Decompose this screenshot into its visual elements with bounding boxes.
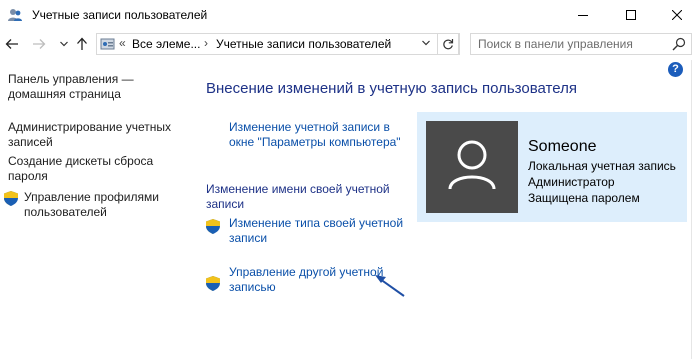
refresh-button[interactable] (437, 33, 459, 55)
sidebar-item-password-reset-disk[interactable]: Создание дискеты сброса пароля (8, 154, 153, 184)
sidebar-item-label: пароля (8, 169, 48, 183)
task-label: записью (229, 280, 276, 294)
task-label: Изменение учетной записи в (229, 120, 390, 134)
task-label: окне "Параметры компьютера" (229, 135, 401, 149)
pointer-arrow-icon (375, 275, 405, 297)
sidebar-item-label: Администрирование учетных (8, 120, 172, 134)
user-password-status: Защищена паролем (528, 191, 640, 205)
task-label: Изменение типа своей учетной (229, 216, 404, 230)
shield-icon (206, 219, 220, 234)
shield-icon (206, 276, 220, 291)
task-label: записи (206, 197, 245, 211)
forward-arrow-icon[interactable] (30, 35, 48, 53)
task-label: Управление другой учетной (229, 265, 384, 279)
task-label: записи (229, 231, 268, 245)
up-arrow-icon[interactable] (73, 35, 91, 53)
title-bar: Учетные записи пользователей (0, 0, 700, 30)
window-title: Учетные записи пользователей (32, 8, 208, 22)
minimize-button[interactable] (560, 0, 606, 30)
maximize-button[interactable] (608, 0, 654, 30)
search-input[interactable] (471, 34, 668, 54)
shield-icon (4, 191, 18, 206)
task-change-account-pc-settings[interactable]: Изменение учетной записи в окне "Парамет… (229, 120, 401, 150)
avatar (426, 121, 518, 213)
task-change-account-name[interactable]: Изменение имени своей учетной записи (206, 182, 390, 212)
sidebar-item-manage-profiles[interactable]: Управление профилями пользователей (24, 190, 159, 220)
task-change-account-type[interactable]: Изменение типа своей учетной записи (229, 216, 403, 246)
sidebar-item-label: Управление профилями (24, 190, 159, 204)
page-title: Внесение изменений в учетную запись поль… (206, 80, 577, 97)
scrollbar[interactable] (691, 60, 692, 359)
address-bar[interactable]: « Все элеме... › Учетные записи пользова… (96, 33, 460, 55)
help-button[interactable]: ? (668, 62, 683, 77)
user-role: Администратор (528, 175, 615, 189)
search-box[interactable] (470, 33, 692, 55)
user-name: Someone (528, 138, 597, 155)
user-account-type: Локальная учетная запись (528, 159, 676, 173)
sidebar: Панель управления — домашняя страница Ад… (0, 58, 200, 359)
sidebar-item-label: пользователей (24, 205, 107, 219)
sidebar-item-label: домашняя страница (8, 87, 121, 101)
sidebar-item-manage-accounts[interactable]: Администрирование учетных записей (8, 120, 171, 150)
sidebar-item-label: записей (8, 135, 53, 149)
user-silhouette-icon (448, 140, 496, 190)
close-button[interactable] (654, 0, 700, 30)
address-dropdown-chevron-icon[interactable] (419, 34, 433, 52)
recent-locations-chevron-icon[interactable] (55, 35, 73, 53)
user-accounts-icon (7, 7, 23, 23)
sidebar-item-label: Создание дискеты сброса (8, 154, 154, 168)
breadcrumb-all-items[interactable]: Все элеме... (132, 37, 200, 51)
control-panel-icon (100, 36, 116, 52)
breadcrumb-user-accounts[interactable]: Учетные записи пользователей (216, 37, 391, 51)
sidebar-item-label: Панель управления — (8, 72, 134, 86)
search-icon[interactable] (672, 37, 686, 56)
navigation-bar: « Все элеме... › Учетные записи пользова… (0, 30, 700, 58)
task-manage-another-account[interactable]: Управление другой учетной записью (229, 265, 383, 295)
refresh-icon (443, 39, 454, 50)
task-label: Изменение имени своей учетной (206, 182, 390, 196)
breadcrumb-overflow-icon[interactable]: « (119, 36, 126, 50)
breadcrumb-separator-icon[interactable]: › (204, 36, 208, 50)
sidebar-item-control-panel-home[interactable]: Панель управления — домашняя страница (8, 72, 134, 102)
back-arrow-icon[interactable] (3, 35, 21, 53)
